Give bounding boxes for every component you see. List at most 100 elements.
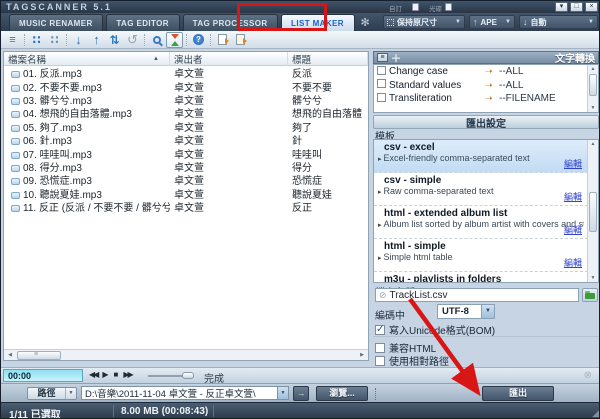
layout-preset-button[interactable] — [459, 3, 466, 11]
list-icon[interactable]: ≡ — [377, 53, 388, 62]
tab[interactable]: Music renamer — [9, 14, 103, 31]
close-button[interactable]: × — [585, 2, 598, 12]
slider-thumb[interactable] — [182, 372, 194, 379]
transform-checkbox[interactable] — [377, 66, 386, 75]
select-all-icon[interactable]: ∷ — [28, 32, 45, 48]
scroll-up-icon[interactable]: ▲ — [589, 66, 597, 72]
maximize-button[interactable]: □ — [570, 2, 583, 12]
sort-icon[interactable]: ⇅ — [106, 32, 123, 48]
list-item[interactable]: csv - simple ▸Raw comma-separated text 編… — [374, 173, 588, 206]
column-artist[interactable]: 演出者 — [170, 52, 288, 66]
toolbar-separator — [66, 34, 67, 46]
scroll-right-icon[interactable]: ▶ — [357, 351, 367, 360]
column-filename[interactable]: 檔案名稱 ▲ — [4, 52, 170, 66]
transform-scrollbar[interactable]: ▲ ▼ — [587, 65, 598, 112]
scroll-down-icon[interactable]: ▼ — [589, 275, 597, 281]
layout-preset-button[interactable] — [412, 3, 419, 11]
go-button[interactable]: → — [293, 386, 309, 401]
preview-icon[interactable] — [166, 32, 183, 48]
layout-preset-button[interactable] — [419, 3, 426, 11]
edit-link[interactable]: 編輯 — [564, 256, 582, 269]
template-desc: Excel-friendly comma-separated text — [384, 153, 530, 163]
move-down-icon[interactable]: ↓ — [70, 32, 87, 48]
scroll-up-icon[interactable]: ▲ — [589, 141, 597, 147]
selection-icon — [387, 19, 394, 26]
sort-up-dropdown[interactable]: ↑ APE ▼ — [469, 15, 515, 29]
help-icon[interactable]: ? — [190, 32, 207, 48]
transform-row[interactable]: Change case ➝ --ALL — [374, 65, 598, 79]
open-export-icon[interactable] — [232, 32, 249, 48]
list-view-icon[interactable]: ≡ — [4, 32, 21, 48]
track-icon — [11, 98, 20, 105]
scrollbar-thumb[interactable] — [589, 192, 597, 232]
horizontal-scrollbar[interactable]: ◀ ▶ — [4, 349, 368, 360]
scroll-left-icon[interactable]: ◀ — [5, 351, 15, 360]
table-row[interactable]: 08. 得分.mp3 卓文萱 得分 — [4, 160, 368, 173]
tab[interactable]: TAG editor — [106, 14, 180, 31]
volume-slider[interactable] — [148, 375, 194, 377]
table-row[interactable]: 05. 夠了.mp3 卓文萱 夠了 — [4, 120, 368, 133]
table-row[interactable]: 02. 不要不要.mp3 卓文萱 不要不要 — [4, 79, 368, 92]
table-row[interactable]: 04. 想飛的自由落體.mp3 卓文萱 想飛的自由落體 — [4, 106, 368, 119]
list-item[interactable]: m3u - playlists in folders ▸ — [374, 272, 588, 283]
bom-checkbox[interactable] — [375, 325, 385, 335]
column-title[interactable]: 標題 — [288, 52, 368, 66]
undo-icon[interactable]: ↺ — [124, 32, 141, 48]
list-item[interactable]: html - extended album list ▸Album list s… — [374, 206, 588, 239]
transform-row[interactable]: Transliteration ➝ --FILENAME — [374, 92, 598, 106]
cover-size-dropdown[interactable]: 保持原尺寸 ▼ — [383, 15, 465, 29]
scrollbar-thumb[interactable] — [17, 351, 61, 360]
layout-preset-button[interactable] — [445, 3, 452, 11]
relative-path-checkbox[interactable] — [375, 356, 385, 366]
transform-value: --FILENAME — [499, 93, 598, 104]
edit-link[interactable]: 編輯 — [564, 157, 582, 170]
scroll-down-icon[interactable]: ▼ — [589, 105, 597, 111]
export-file-icon[interactable] — [214, 32, 231, 48]
browse-folder-button[interactable] — [582, 288, 598, 302]
path-bar: 路徑 ▼ D:\音樂\2011-11-04 卓文萱 - 反正卓文萱\ ▼ → 瀏… — [1, 383, 600, 402]
browse-button[interactable]: 瀏覽... — [316, 386, 368, 401]
list-item[interactable]: html - simple ▸Simple html table 編輯 — [374, 239, 588, 272]
sort-down-dropdown[interactable]: ↓ 自動 ▼ — [519, 15, 598, 29]
transform-row[interactable]: Standard values ➝ --ALL — [374, 79, 598, 93]
add-icon[interactable]: ＋ — [391, 50, 401, 65]
chevron-down-icon[interactable]: ▼ — [277, 387, 288, 399]
forward-icon[interactable]: ▶▶ — [123, 370, 131, 379]
close-player-icon[interactable]: ⊗ — [584, 370, 592, 381]
edit-link[interactable]: 編輯 — [564, 223, 582, 236]
divider — [213, 405, 214, 417]
path-input[interactable]: D:\音樂\2011-11-04 卓文萱 - 反正卓文萱\ ▼ — [81, 386, 289, 400]
transform-label: Change case — [389, 66, 485, 77]
play-icon[interactable]: ▶ — [102, 370, 108, 379]
table-row[interactable]: 01. 反派.mp3 卓文萱 反派 — [4, 66, 368, 79]
scrollbar-thumb[interactable] — [589, 74, 597, 96]
table-row[interactable]: 11. 反正 (反派 / 不要不要 / 髒兮兮... 卓文萱 反正 — [4, 200, 368, 213]
path-button[interactable]: 路徑 ▼ — [27, 387, 77, 400]
invert-selection-icon[interactable]: ∷ — [46, 32, 63, 48]
bullet-icon: ▸ — [378, 255, 382, 262]
transform-checkbox[interactable] — [377, 79, 386, 88]
gear-icon[interactable]: ✻ — [361, 16, 370, 29]
resize-grip[interactable]: ◢ — [592, 408, 599, 419]
template-scrollbar[interactable]: ▲ ▼ — [587, 140, 598, 282]
layout-preset-button[interactable] — [405, 3, 412, 11]
list-item[interactable]: csv - excel ▸Excel-friendly comma-separa… — [374, 140, 588, 173]
rewind-icon[interactable]: ◀◀ — [89, 370, 97, 379]
table-row[interactable]: 03. 髒兮兮.mp3 卓文萱 髒兮兮 — [4, 93, 368, 106]
table-row[interactable]: 09. 恐慌症.mp3 卓文萱 恐慌症 — [4, 173, 368, 186]
minimize-button[interactable]: ▾ — [555, 2, 568, 12]
table-row[interactable]: 07. 哇哇叫.mp3 卓文萱 哇哇叫 — [4, 146, 368, 159]
track-icon — [11, 125, 20, 132]
html-compat-checkbox[interactable] — [375, 343, 385, 353]
cell-artist: 卓文萱 — [170, 199, 288, 214]
edit-link[interactable]: 編輯 — [564, 190, 582, 203]
stop-icon[interactable]: ■ — [113, 370, 118, 379]
search-icon[interactable] — [148, 32, 165, 48]
toolbar-separator — [210, 34, 211, 46]
arrow-up-icon: ↑ — [473, 17, 478, 27]
move-up-icon[interactable]: ↑ — [88, 32, 105, 48]
transform-checkbox[interactable] — [377, 93, 386, 102]
table-row[interactable]: 06. 針.mp3 卓文萱 針 — [4, 133, 368, 146]
table-row[interactable]: 10. 聽說夏娃.mp3 卓文萱 聽說夏娃 — [4, 187, 368, 200]
layout-preset-button[interactable] — [452, 3, 459, 11]
